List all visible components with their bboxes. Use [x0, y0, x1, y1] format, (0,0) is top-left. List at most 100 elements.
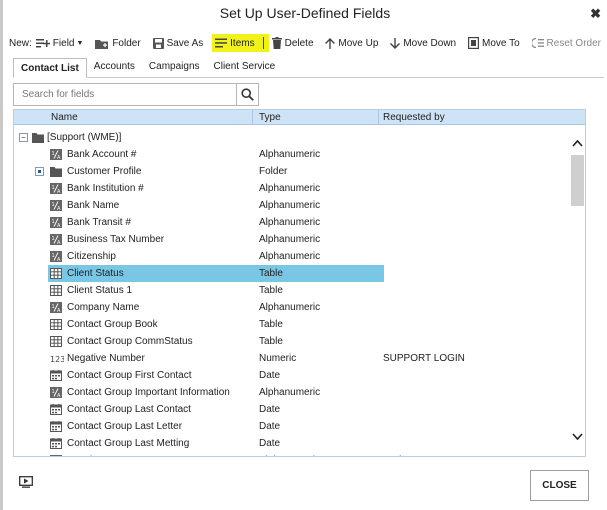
column-header-name[interactable]: Name: [48, 111, 78, 124]
tab-client-service[interactable]: Client Service: [207, 58, 283, 77]
table-row[interactable]: Customer Profile Folder: [14, 163, 569, 180]
move-to-button[interactable]: Move To: [465, 34, 523, 52]
search-button[interactable]: [236, 84, 258, 105]
collapse-toggle[interactable]: −: [19, 133, 28, 142]
toolbar-separator: [262, 37, 264, 49]
field-name: Business Tax Number: [67, 234, 165, 245]
alphanumeric-icon: 1A: [50, 217, 62, 229]
calendar-icon: [50, 370, 62, 381]
table-row[interactable]: 1 A Company Name Alphanumeric: [14, 299, 569, 316]
table-row[interactable]: 1 A Bank Transit # Alphanumeric: [14, 214, 569, 231]
delete-label: Delete: [284, 37, 314, 49]
svg-text:1: 1: [52, 253, 55, 259]
alphanumeric-icon: 1A: [50, 387, 62, 399]
table-row[interactable]: 1 A Citizenship Alphanumeric: [14, 248, 569, 265]
field-name: Contact Group Last Contact: [67, 404, 191, 415]
table-row[interactable]: 123 Negative Number Numeric SUPPORT LOGIN: [14, 350, 569, 367]
delete-button[interactable]: Delete: [269, 34, 317, 52]
calendar-icon: [50, 421, 62, 432]
field-name: Company Name: [67, 302, 140, 313]
tab-contact-list[interactable]: Contact List: [13, 58, 87, 78]
svg-text:A: A: [57, 240, 61, 245]
field-name: Bank Institution #: [67, 183, 144, 194]
preview-icon[interactable]: [19, 476, 33, 491]
field-type: Alphanumeric: [259, 251, 321, 262]
table-row[interactable]: Client Status Table: [14, 265, 569, 282]
field-type: Table: [259, 285, 283, 296]
field-name: MandatoryText: [67, 452, 133, 456]
svg-text:A: A: [57, 189, 61, 194]
move-up-button[interactable]: Move Up: [322, 34, 381, 52]
field-type: Folder: [259, 166, 288, 177]
chevron-down-icon: [572, 433, 583, 441]
scroll-down-button[interactable]: [571, 433, 584, 447]
new-field-button[interactable]: Field ▼: [33, 34, 87, 52]
table-row[interactable]: Contact Group Book Table: [14, 316, 569, 333]
column-header-requested-by[interactable]: Requested by: [380, 111, 445, 124]
scroll-thumb[interactable]: [571, 155, 584, 206]
move-up-label: Move Up: [338, 37, 379, 49]
tab-accounts[interactable]: Accounts: [87, 58, 142, 77]
alphanumeric-icon: 1A: [50, 183, 62, 195]
field-type: Numeric: [259, 353, 297, 364]
new-label: New:: [9, 37, 32, 49]
field-name: Contact Group Important Information: [67, 387, 230, 398]
svg-text:A: A: [57, 223, 61, 228]
tree-root-row[interactable]: − [Support (WME)]: [14, 129, 569, 146]
table-row[interactable]: Contact Group Last Metting Date: [14, 435, 569, 452]
new-field-label: Field: [52, 37, 75, 49]
table-row[interactable]: Contact Group Last Letter Date: [14, 418, 569, 435]
save-as-button[interactable]: Save As: [150, 34, 207, 52]
alphanumeric-icon: 1A: [50, 455, 62, 456]
folder-icon: [32, 133, 44, 143]
table-row[interactable]: Contact Group CommStatus Table: [14, 333, 569, 350]
field-type: Alphanumeric: [259, 183, 321, 194]
dialog-window: Set Up User-Defined Fields ✖ New: Field …: [3, 0, 607, 510]
table-row[interactable]: 1 A Bank Name Alphanumeric: [14, 197, 569, 214]
save-as-label: Save As: [166, 37, 204, 49]
arrow-down-icon: [390, 37, 401, 49]
alphanumeric-icon: 1A: [50, 149, 62, 161]
field-name: Bank Transit #: [67, 217, 131, 228]
svg-text:1: 1: [52, 151, 55, 157]
svg-text:A: A: [57, 155, 61, 160]
reset-order-button[interactable]: Reset Order: [529, 34, 604, 52]
close-icon[interactable]: ✖: [590, 6, 601, 22]
svg-text:1: 1: [52, 202, 55, 208]
svg-text:1: 1: [52, 219, 55, 225]
expand-toggle[interactable]: [35, 167, 44, 176]
grid-header: Name Type Requested by: [14, 110, 585, 125]
table-row[interactable]: Client Status 1 Table: [14, 282, 569, 299]
table-row[interactable]: Contact Group First Contact Date: [14, 367, 569, 384]
numeric-icon: 123: [50, 353, 65, 364]
field-type: Date: [259, 438, 281, 449]
trash-icon: [271, 37, 282, 49]
new-folder-button[interactable]: Folder: [92, 34, 143, 52]
table-row[interactable]: 1 A Bank Account # Alphanumeric: [14, 146, 569, 163]
field-name: Contact Group CommStatus: [67, 336, 193, 347]
new-folder-label: Folder: [112, 37, 141, 49]
reset-order-label: Reset Order: [546, 37, 601, 49]
table-row[interactable]: 1 A Bank Institution # Alphanumeric: [14, 180, 569, 197]
table-row[interactable]: 1 A Business Tax Number Alphanumeric: [14, 231, 569, 248]
column-header-type[interactable]: Type: [256, 111, 281, 124]
field-type: Alphanumeric: [259, 200, 321, 211]
tab-campaigns[interactable]: Campaigns: [142, 58, 207, 77]
svg-text:1: 1: [52, 236, 55, 242]
move-down-button[interactable]: Move Down: [387, 34, 459, 52]
root-folder-label: [Support (WME)]: [47, 132, 122, 143]
chevron-down-icon: ▼: [76, 39, 84, 47]
vertical-scrollbar[interactable]: [569, 125, 585, 456]
field-type: Date: [259, 421, 281, 432]
add-folder-icon: [95, 39, 109, 49]
table-row[interactable]: Contact Group Last Contact Date: [14, 401, 569, 418]
reset-order-icon: [531, 38, 544, 48]
items-button[interactable]: Items: [212, 34, 269, 52]
close-button[interactable]: CLOSE: [530, 470, 589, 501]
search-input[interactable]: [14, 84, 236, 105]
table-row[interactable]: 1A MandatoryText Alphanumeric S Sheraz: [14, 452, 569, 456]
table-row[interactable]: 1 A Contact Group Important Information Alp…: [14, 384, 569, 401]
field-type: Alphanumeric: [259, 302, 321, 313]
scroll-up-button[interactable]: [571, 139, 584, 153]
svg-text:A: A: [57, 308, 61, 313]
